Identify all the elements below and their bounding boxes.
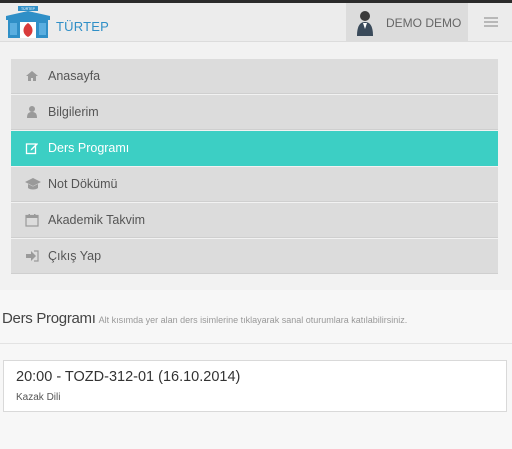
- page-title: Ders Programı: [2, 310, 96, 327]
- nav-item-label: Anasayfa: [48, 69, 101, 83]
- hamburger-menu-icon[interactable]: [484, 17, 498, 29]
- nav-item-bilgilerim[interactable]: Bilgilerim: [11, 95, 498, 130]
- page-description: Alt kısımda yer alan ders isimlerine tık…: [98, 315, 408, 325]
- nav-item-label: Ders Programı: [48, 141, 130, 155]
- course-subtitle: Kazak Dili: [16, 392, 61, 403]
- turtep-logo[interactable]: TÜRTEP: [4, 6, 52, 40]
- avatar: [356, 9, 374, 36]
- brand-name: TÜRTEP: [56, 19, 109, 34]
- user-name: DEMO DEMO: [386, 16, 462, 30]
- main-content: Ders Programı Alt kısımda yer alan ders i…: [0, 290, 512, 449]
- course-item[interactable]: 20:00 - TOZD-312-01 (16.10.2014) Kazak D…: [3, 360, 507, 412]
- page-heading: Ders Programı Alt kısımda yer alan ders i…: [2, 310, 407, 328]
- nav-item-ders-programi[interactable]: Ders Programı: [11, 131, 498, 166]
- nav-item-anasayfa[interactable]: Anasayfa: [11, 59, 498, 94]
- course-title[interactable]: 20:00 - TOZD-312-01 (16.10.2014): [16, 369, 240, 385]
- nav-item-cikis-yap[interactable]: Çıkış Yap: [11, 239, 498, 274]
- main-nav: Anasayfa Bilgilerim Ders Programı Not Dö…: [11, 59, 498, 275]
- nav-item-label: Çıkış Yap: [48, 249, 102, 263]
- edit-icon: [25, 141, 39, 155]
- nav-item-not-dokumu[interactable]: Not Dökümü: [11, 167, 498, 202]
- user-icon: [25, 105, 39, 119]
- user-menu[interactable]: DEMO DEMO: [346, 3, 468, 42]
- divider: [0, 343, 512, 344]
- sign-out-icon: [25, 249, 39, 263]
- nav-item-label: Akademik Takvim: [48, 213, 146, 227]
- graduation-cap-icon: [25, 177, 41, 191]
- nav-item-akademik-takvim[interactable]: Akademik Takvim: [11, 203, 498, 238]
- home-icon: [25, 69, 39, 83]
- calendar-icon: [25, 213, 39, 227]
- nav-item-label: Not Dökümü: [48, 177, 118, 191]
- nav-item-label: Bilgilerim: [48, 105, 99, 119]
- top-bar: TÜRTEP TÜRTEP DEMO DEMO: [0, 0, 512, 42]
- logo-text: TÜRTEP: [21, 7, 36, 11]
